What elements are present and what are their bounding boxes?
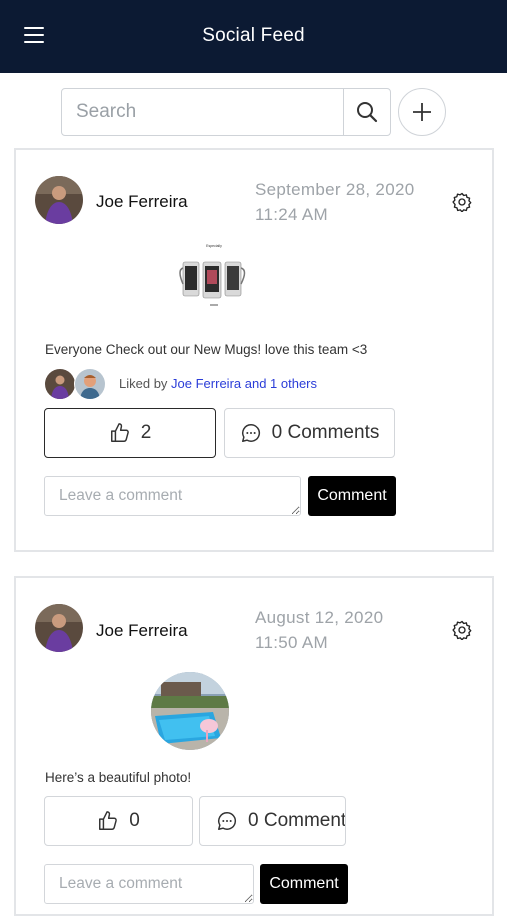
like-button[interactable]: 0 — [44, 796, 193, 846]
app-title: Social Feed — [202, 25, 305, 46]
post-date-line: September 28, 2020 — [255, 180, 415, 199]
liked-by-avatars[interactable] — [44, 368, 108, 400]
like-count: 0 — [129, 810, 140, 831]
post-caption: Everyone Check out our New Mugs! love th… — [45, 342, 368, 357]
comment-bubble-icon — [218, 812, 237, 830]
search-bar — [61, 88, 391, 136]
post-image[interactable] — [151, 672, 229, 750]
post-date-line: August 12, 2020 — [255, 608, 384, 627]
gear-icon[interactable] — [452, 192, 472, 212]
comment-bubble-icon — [241, 424, 260, 442]
post-date: September 28, 2020 11:24 AM — [255, 177, 414, 227]
post-time-line: 11:24 AM — [255, 205, 328, 224]
search-input[interactable] — [62, 89, 344, 135]
thumbs-up-icon — [110, 423, 129, 442]
post-card: Joe Ferreira August 12, 2020 11:50 AM He… — [14, 576, 494, 916]
author-avatar[interactable] — [35, 176, 83, 224]
liked-by-names-link[interactable]: Joe Ferreira and 1 others — [171, 376, 317, 391]
comments-button[interactable]: 0 Comments — [199, 796, 346, 846]
add-post-button[interactable] — [398, 88, 446, 136]
post-author[interactable]: Joe Ferreira — [96, 192, 188, 212]
plus-icon — [413, 103, 431, 121]
avatar — [44, 368, 76, 400]
like-button[interactable]: 2 — [44, 408, 216, 458]
search-icon — [357, 102, 378, 123]
like-count: 2 — [140, 422, 152, 443]
avatar — [74, 368, 106, 400]
post-date: August 12, 2020 11:50 AM — [255, 605, 383, 655]
post-author[interactable]: Joe Ferreira — [96, 621, 188, 641]
liked-by-text: Liked by Joe Ferreira and 1 others — [119, 376, 317, 391]
liked-by-prefix: Liked by — [119, 376, 168, 391]
search-button[interactable] — [343, 89, 390, 135]
comment-input[interactable] — [44, 476, 301, 516]
post-caption: Here’s a beautiful photo! — [45, 770, 192, 785]
comment-input[interactable] — [44, 864, 254, 904]
comment-submit-button[interactable]: Comment — [260, 864, 348, 904]
app-header: Social Feed — [0, 0, 507, 73]
gear-icon[interactable] — [452, 620, 472, 640]
post-time-line: 11:50 AM — [255, 633, 328, 652]
comments-count-label: 0 Comments — [248, 810, 346, 831]
comment-submit-button[interactable]: Comment — [308, 476, 396, 516]
thumbs-up-icon — [99, 811, 118, 830]
post-image-caption: Especially — [206, 244, 222, 248]
author-avatar[interactable] — [35, 604, 83, 652]
post-card: Joe Ferreira September 28, 2020 11:24 AM… — [14, 148, 494, 552]
comments-button[interactable]: 0 Comments — [224, 408, 395, 458]
post-image[interactable]: Especially — [174, 238, 254, 318]
comments-count-label: 0 Comments — [271, 422, 380, 443]
